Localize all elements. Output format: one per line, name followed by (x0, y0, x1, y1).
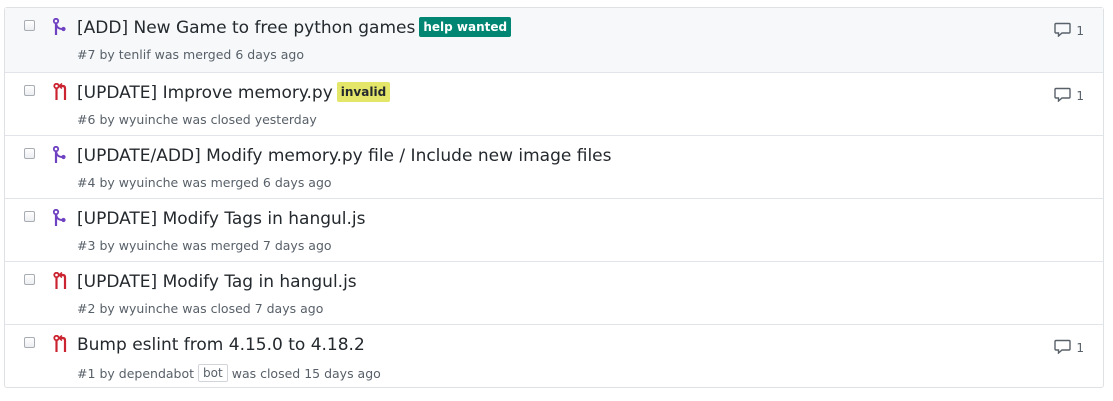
status-text: was closed 7 days ago (182, 301, 324, 316)
git-merge-icon (52, 145, 69, 164)
status-text: was merged 7 days ago (182, 238, 332, 253)
pull-request-number: #7 (77, 47, 96, 62)
author-link[interactable]: wyuinche (119, 112, 178, 127)
pull-request-number: #1 (77, 365, 96, 381)
pull-request-list: [ADD] New Game to free python games help… (4, 7, 1104, 388)
author-link[interactable]: wyuinche (119, 238, 178, 253)
pull-request-row: [UPDATE] Improve memory.py invalid #6 by… (5, 72, 1103, 135)
comments-link[interactable]: 1 (1054, 22, 1084, 40)
pull-request-title[interactable]: [UPDATE] Improve memory.py (77, 83, 333, 103)
pull-request-meta: #2 by wyuinche was closed 7 days ago (77, 301, 323, 316)
pull-request-meta: #1 by dependabot bot was closed 15 days a… (77, 364, 381, 382)
pull-request-title[interactable]: [ADD] New Game to free python games (77, 18, 415, 38)
comments-link[interactable]: 1 (1054, 339, 1084, 357)
pull-request-row: [UPDATE] Modify Tags in hangul.js #3 by … (5, 198, 1103, 261)
author-link[interactable]: tenlif (119, 47, 151, 62)
by-text: by (99, 175, 115, 190)
pull-request-meta: #4 by wyuinche was merged 6 days ago (77, 175, 332, 190)
title-line: [UPDATE] Modify Tag in hangul.js (77, 272, 357, 292)
git-pull-request-closed-icon (53, 271, 69, 290)
pull-request-title[interactable]: [UPDATE/ADD] Modify memory.py file / Inc… (77, 146, 611, 166)
pull-request-title[interactable]: Bump eslint from 4.15.0 to 4.18.2 (77, 335, 365, 355)
comment-count: 1 (1076, 89, 1084, 103)
title-line: [ADD] New Game to free python games help… (77, 17, 512, 38)
pull-request-meta: #3 by wyuinche was merged 7 days ago (77, 238, 332, 253)
pull-request-title[interactable]: [UPDATE] Modify Tags in hangul.js (77, 209, 366, 229)
pull-request-number: #2 (77, 301, 96, 316)
status-text: was merged 6 days ago (182, 175, 332, 190)
comment-icon (1054, 22, 1076, 40)
git-pull-request-closed-icon (53, 82, 69, 101)
pull-request-row: [ADD] New Game to free python games help… (5, 8, 1103, 72)
pull-request-meta: #7 by tenlif was merged 6 days ago (77, 47, 304, 62)
status-text: was closed yesterday (182, 112, 317, 127)
select-checkbox[interactable] (24, 274, 35, 285)
pull-request-title[interactable]: [UPDATE] Modify Tag in hangul.js (77, 272, 357, 292)
git-pull-request-closed-icon (53, 334, 69, 353)
select-checkbox[interactable] (24, 20, 35, 31)
bot-badge: bot (198, 364, 228, 382)
select-checkbox[interactable] (24, 85, 35, 96)
git-merge-icon (52, 17, 69, 36)
comment-icon (1054, 87, 1076, 105)
comments-link[interactable]: 1 (1054, 87, 1084, 105)
by-text: by (99, 112, 115, 127)
pull-request-number: #3 (77, 238, 96, 253)
comment-count: 1 (1076, 341, 1084, 355)
pull-request-number: #6 (77, 112, 96, 127)
title-line: [UPDATE] Modify Tags in hangul.js (77, 209, 366, 229)
title-line: [UPDATE/ADD] Modify memory.py file / Inc… (77, 146, 611, 166)
status-text: was closed 15 days ago (231, 365, 381, 381)
pull-request-row: [UPDATE] Modify Tag in hangul.js #2 by w… (5, 261, 1103, 324)
by-text: by (99, 365, 115, 381)
pull-request-number: #4 (77, 175, 96, 190)
select-checkbox[interactable] (24, 148, 35, 159)
by-text: by (99, 238, 115, 253)
pull-request-meta: #6 by wyuinche was closed yesterday (77, 112, 317, 127)
author-link[interactable]: wyuinche (119, 175, 178, 190)
select-checkbox[interactable] (24, 337, 35, 348)
label-badge[interactable]: invalid (336, 82, 391, 102)
status-text: was merged 6 days ago (154, 47, 304, 62)
comment-count: 1 (1076, 24, 1084, 38)
by-text: by (99, 47, 115, 62)
author-link[interactable]: wyuinche (119, 301, 178, 316)
comment-icon (1054, 339, 1076, 357)
pull-request-row: [UPDATE/ADD] Modify memory.py file / Inc… (5, 135, 1103, 198)
git-merge-icon (52, 208, 69, 227)
title-line: Bump eslint from 4.15.0 to 4.18.2 (77, 335, 365, 355)
pull-request-row: Bump eslint from 4.15.0 to 4.18.2 #1 by … (5, 324, 1103, 387)
label-badge[interactable]: help wanted (419, 17, 512, 37)
by-text: by (99, 301, 115, 316)
select-checkbox[interactable] (24, 211, 35, 222)
title-line: [UPDATE] Improve memory.py invalid (77, 82, 391, 103)
author-link[interactable]: dependabot (119, 366, 194, 381)
